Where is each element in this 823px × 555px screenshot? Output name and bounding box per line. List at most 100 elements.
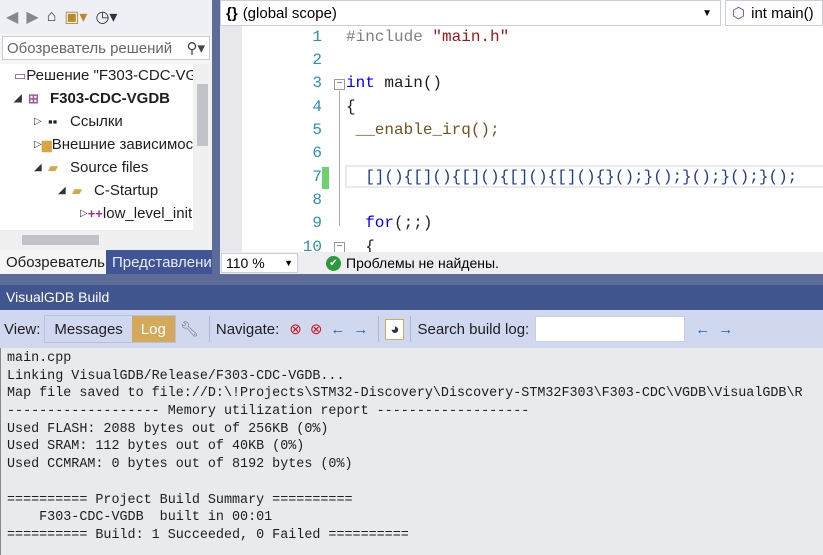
scroll-thumb[interactable]	[22, 235, 99, 245]
history-icon[interactable]: ◷▾	[95, 7, 117, 27]
collapse-icon[interactable]: −	[334, 79, 345, 90]
messages-button[interactable]: Messages	[45, 316, 131, 342]
tree-item-references[interactable]: ▷ ▪▪ Ссылки	[0, 110, 193, 133]
search-build-log-input[interactable]	[535, 316, 686, 342]
collapsed-icon[interactable]: ▷	[34, 139, 42, 150]
search-label: Search build log:	[417, 320, 530, 338]
search-previous-icon[interactable]: ←	[695, 321, 710, 338]
wrench-icon[interactable]: 🔧︎	[180, 320, 199, 338]
project-icon: ⊞	[28, 90, 39, 106]
scope-value: (global scope)	[242, 4, 337, 22]
build-toolbar: View: Messages Log 🔧︎ Navigate: ⊗ ⊗ ← → …	[0, 310, 823, 348]
log-line: ------------------- Memory utilization r…	[7, 404, 530, 420]
search-icon[interactable]: ⚲▾	[186, 39, 205, 57]
collapsed-icon[interactable]: ▷	[34, 116, 48, 127]
tab-solution-explorer[interactable]: Обозреватель решений	[0, 250, 106, 274]
editor-status-bar: 110 % ▼ ✔ Проблемы не найдены.	[220, 252, 823, 274]
panel-title: VisualGDB Build	[0, 285, 823, 310]
forward-icon[interactable]: ▶	[26, 7, 38, 27]
folder-filter-icon: ▰	[72, 182, 82, 198]
scope-dropdown[interactable]: {} (global scope) ▼	[220, 0, 721, 26]
cpp-file-icon: ++	[87, 206, 103, 221]
expanded-icon[interactable]: ◢	[58, 185, 72, 196]
next-error-icon[interactable]: ⊗	[310, 320, 323, 338]
chevron-down-icon: ▼	[284, 258, 293, 268]
log-line: Used CCMRAM: 0 bytes out of 8192 bytes (…	[7, 457, 353, 473]
separator	[208, 316, 210, 342]
previous-error-icon[interactable]: ⊗	[289, 320, 302, 338]
braces-icon: {}	[226, 4, 238, 22]
line-number: 3	[312, 74, 322, 92]
search-placeholder: Обозреватель решений	[7, 39, 173, 57]
code-editor: {} (global scope) ▼ ⬡ int main() − − 1 2 3 …	[220, 0, 823, 274]
tab-class-view[interactable]: Представление классов	[106, 250, 212, 274]
arrow-right-icon[interactable]: →	[353, 321, 368, 338]
log-line: Used FLASH: 2088 bytes out of 256KB (0%)	[7, 421, 329, 437]
switch-views-icon[interactable]: ▣▾	[64, 7, 87, 27]
home-icon[interactable]: ⌂	[47, 8, 57, 26]
tree-item-solution[interactable]: ▭Решение "F303-CDC-VGDB"	[0, 64, 193, 87]
log-line: F303-CDC-VGDB built in 00:01	[7, 510, 273, 526]
issues-status[interactable]: Проблемы не найдены.	[346, 255, 499, 271]
keyword: int	[346, 74, 375, 92]
visualgdb-build-panel: VisualGDB Build View: Messages Log 🔧︎ Na…	[0, 285, 823, 555]
line-number: 9	[312, 214, 322, 232]
navigate-label: Navigate:	[215, 320, 280, 338]
code-text: main()	[374, 74, 443, 92]
line-number: 5	[312, 121, 322, 139]
scroll-thumb[interactable]	[197, 84, 208, 146]
tree-label: Source files	[70, 159, 149, 176]
line-number: 6	[312, 144, 322, 162]
collapse-icon[interactable]: −	[334, 242, 345, 252]
string-literal: "main.h"	[432, 28, 510, 46]
tree-horizontal-scrollbar[interactable]	[0, 230, 212, 250]
tree-vertical-scrollbar[interactable]	[193, 64, 212, 230]
expanded-icon[interactable]: ◢	[34, 162, 48, 173]
code-line-5: __enable_irq();	[346, 121, 500, 139]
tree-label: Решение "F303-CDC-VGDB"	[26, 67, 193, 84]
back-icon[interactable]: ◀	[6, 7, 18, 27]
log-line: Map file saved to file://D:\!Projects\ST…	[7, 386, 803, 402]
check-icon: ✔	[326, 255, 341, 271]
external-deps-icon: ▆	[41, 136, 52, 152]
zoom-dropdown[interactable]: 110 % ▼	[221, 253, 298, 273]
log-line: ========== Project Build Summary =======…	[7, 492, 353, 508]
line-number: 10	[302, 238, 322, 252]
palette-icon[interactable]: ◕	[385, 318, 405, 340]
line-number: 1	[312, 28, 322, 46]
tree-label: Ссылки	[70, 113, 123, 130]
search-next-icon[interactable]: →	[718, 321, 733, 338]
references-icon: ▪▪	[48, 114, 58, 129]
code-line-4: {	[346, 98, 356, 116]
change-marker	[322, 167, 329, 189]
tree-item-project[interactable]: ◢ ⊞ F303-CDC-VGDB	[0, 87, 193, 110]
collapsed-icon[interactable]: ▷	[80, 208, 88, 219]
log-line: Linking VisualGDB/Release/F303-CDC-VGDB.…	[7, 368, 345, 384]
tree-item-low-level-init[interactable]: ▷++low_level_init.cpp	[0, 202, 193, 225]
code-line-1: #include "main.h"	[346, 28, 509, 46]
code-line-7: [](){[](){[](){[](){[](){}();}();}();}()…	[346, 168, 798, 186]
tree-item-source-files[interactable]: ◢ ▰ Source files	[0, 156, 193, 179]
tree-label: C-Startup	[94, 182, 159, 199]
build-log[interactable]: main.cpp Linking VisualGDB/Release/F303-…	[0, 348, 823, 555]
solution-search-input[interactable]: Обозреватель решений ⚲▾	[2, 36, 210, 60]
arrow-left-icon[interactable]: ←	[330, 321, 345, 338]
separator	[378, 316, 380, 342]
solution-icon: ▭	[14, 67, 27, 83]
folder-filter-icon: ▰	[48, 159, 58, 175]
tree-item-external-deps[interactable]: ▷ ▆ Внешние зависимости	[0, 133, 193, 156]
code-line-9: for(;;)	[346, 214, 432, 232]
solution-tree: ▭Решение "F303-CDC-VGDB" ◢⊞F303-CDC-VGDB…	[0, 64, 193, 230]
tree-item-c-startup[interactable]: ◢ ▰ C-Startup	[0, 179, 193, 202]
preprocessor: #include	[346, 28, 433, 46]
function-value: int main()	[751, 4, 814, 22]
tree-label: Внешние зависимости	[51, 136, 193, 153]
expanded-icon[interactable]: ◢	[14, 93, 28, 104]
function-dropdown[interactable]: ⬡ int main()	[725, 0, 823, 26]
log-button[interactable]: Log	[131, 316, 175, 342]
solution-explorer: ◀ ▶ ⌂ ▣▾ ◷▾ Обозреватель решений ⚲▾ ▭ Реш…	[0, 0, 212, 274]
code-area[interactable]: − − 1 2 3 4 5 6 7 8 9 10 #include "main.…	[242, 26, 823, 252]
line-number: 7	[312, 168, 322, 186]
zoom-value: 110 %	[226, 255, 265, 271]
